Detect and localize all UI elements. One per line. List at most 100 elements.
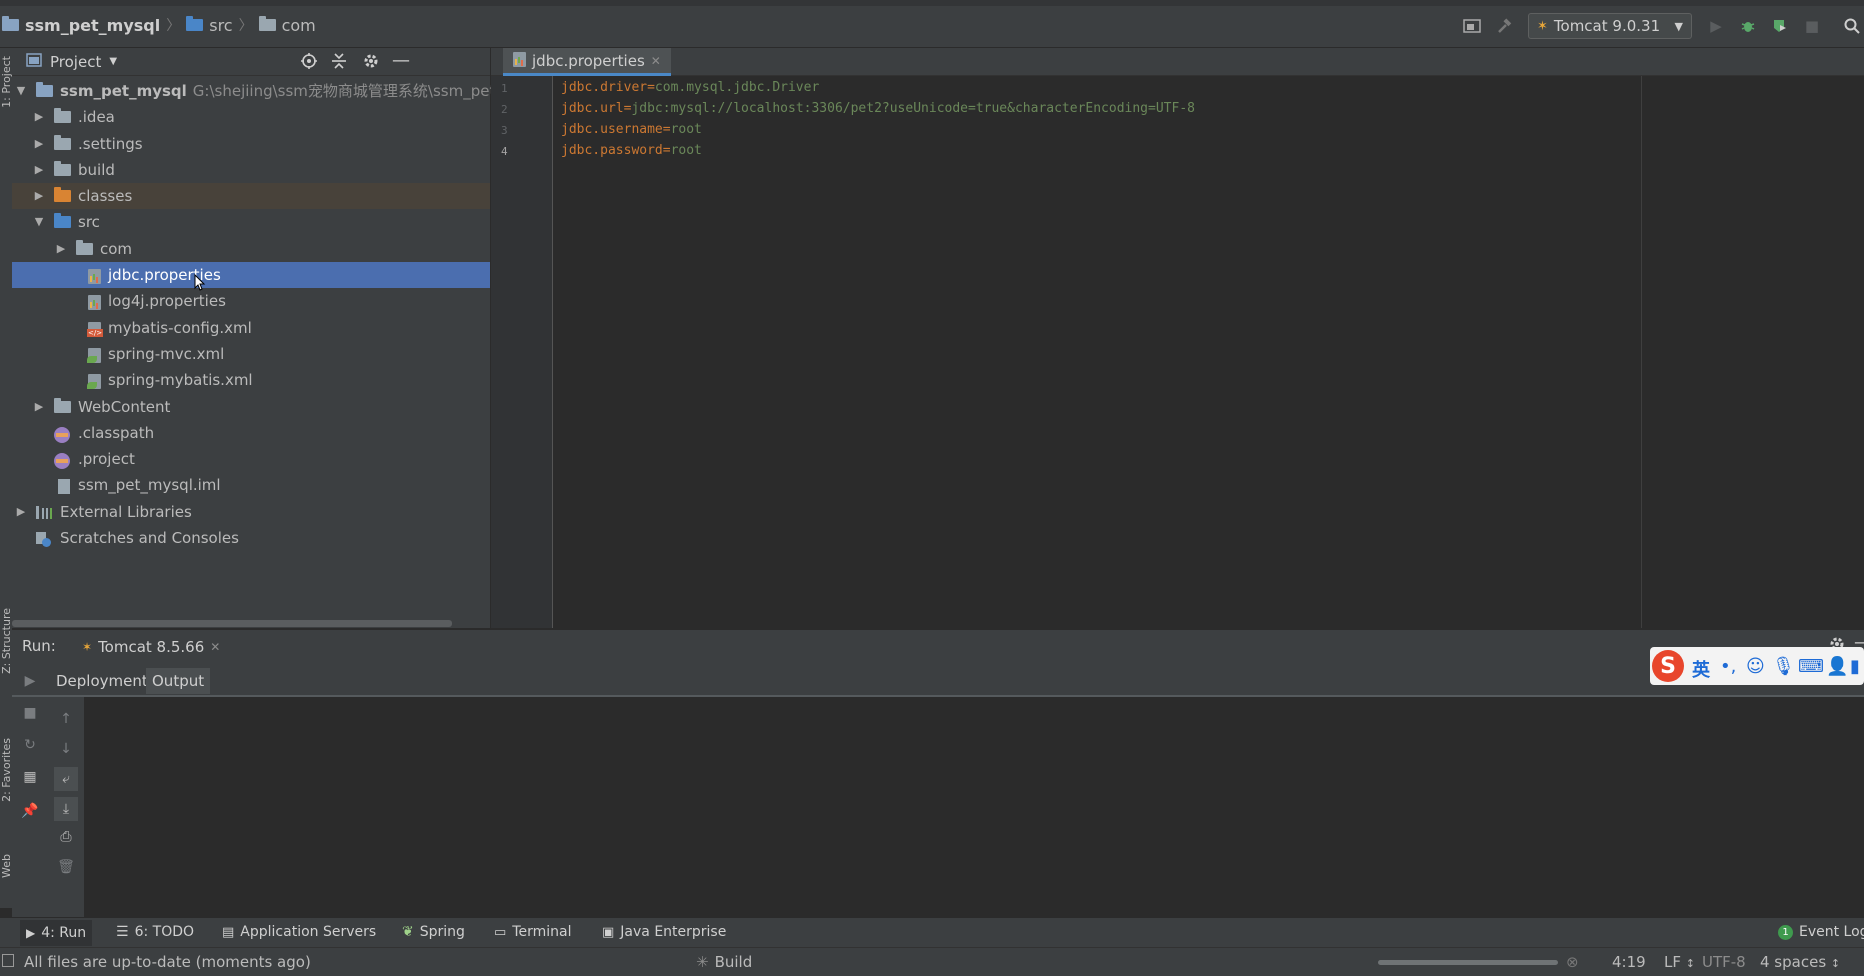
layout-icon[interactable] (1462, 16, 1482, 36)
tab-deployment[interactable]: Deployment (50, 668, 154, 694)
web-folder-icon (54, 397, 71, 413)
horizontal-scrollbar[interactable] (12, 620, 452, 627)
ime-language-toggle[interactable]: 英 (1692, 656, 1710, 682)
tree-item-spring-mybatis[interactable]: spring-mybatis.xml (12, 367, 490, 393)
cancel-progress-icon[interactable]: ⊗ (1566, 953, 1579, 971)
chevron-right-icon[interactable]: ▶ (32, 394, 46, 420)
run-with-coverage-icon[interactable] (1770, 16, 1790, 36)
list-icon: ☰ (116, 924, 129, 940)
tree-item-log4j-properties[interactable]: log4j.properties (12, 288, 490, 314)
run-configuration-select[interactable]: ✶ Tomcat 9.0.31 ▼ (1528, 13, 1692, 39)
ime-more-icon[interactable]: ▮ (1850, 656, 1860, 677)
indent-setting[interactable]: 4 spaces ↕ (1760, 953, 1840, 971)
tree-item-external-libraries[interactable]: ▶ External Libraries (12, 499, 490, 525)
tree-item-classpath[interactable]: .classpath (12, 420, 490, 446)
code-editor[interactable]: 1 2 3 4 jdbc.driver=com.mysql.jdbc.Drive… (491, 76, 1864, 628)
arrow-up-icon[interactable]: ↑ (56, 709, 76, 729)
project-tree: ▼ ssm_pet_mysql G:\shejiing\ssm宠物商城管理系统\s… (12, 78, 509, 551)
tool-tab-todo[interactable]: ☰ 6: TODO (116, 924, 194, 940)
debug-bug-icon[interactable] (1738, 16, 1758, 36)
chevron-down-icon[interactable]: ▼ (14, 78, 28, 104)
run-icon[interactable]: ▶ (1706, 16, 1726, 36)
tree-item-webcontent[interactable]: ▶ WebContent (12, 394, 490, 420)
editor-tab-jdbc-properties[interactable]: jdbc.properties ✕ (503, 48, 671, 76)
tool-tab-spring[interactable]: ❦ Spring (402, 924, 465, 940)
tool-tab-event-log[interactable]: 1 Event Log (1778, 924, 1864, 940)
run-configuration-label: Tomcat 9.0.31 (1553, 17, 1661, 35)
project-view-select[interactable]: Project ▼ (26, 53, 117, 71)
tool-tab-application-servers[interactable]: ▤ Application Servers (222, 924, 376, 940)
chevron-right-icon[interactable]: ▶ (32, 104, 46, 130)
run-config-tab[interactable]: ✶ Tomcat 8.5.66 ✕ (82, 634, 220, 660)
tree-item-idea[interactable]: ▶ .idea (12, 104, 490, 130)
chevron-down-icon[interactable]: ▼ (32, 209, 46, 235)
tree-item-root[interactable]: ▼ ssm_pet_mysql G:\shejiing\ssm宠物商城管理系统\s… (12, 78, 509, 104)
locate-file-icon[interactable] (300, 52, 318, 74)
tool-windows-toggle-icon[interactable] (2, 954, 14, 967)
tree-item-build[interactable]: ▶ build (12, 157, 490, 183)
search-icon[interactable] (1842, 16, 1862, 36)
status-bar: All files are up-to-date (moments ago) ✳… (0, 947, 1864, 976)
tree-item-label: .settings (78, 134, 143, 153)
tree-item-scratches[interactable]: Scratches and Consoles (12, 525, 490, 551)
keyboard-icon[interactable]: ⌨ (1798, 656, 1824, 677)
tree-item-settings[interactable]: ▶ .settings (12, 131, 490, 157)
gear-icon[interactable] (362, 52, 380, 74)
caret-position[interactable]: 4:19 (1612, 953, 1646, 971)
print-icon[interactable]: ⎙ (56, 827, 76, 847)
property-key: jdbc.username (561, 122, 663, 137)
breadcrumb: ssm_pet_mysql 〉 src 〉 com (2, 14, 316, 36)
layout-icon[interactable]: ▦ (20, 767, 40, 787)
stop-icon[interactable]: ■ (1802, 16, 1822, 36)
tool-tab-run[interactable]: ▶ 4: Run (20, 920, 93, 946)
ime-punctuation-toggle[interactable]: •, (1720, 656, 1736, 677)
tree-item-spring-mvc[interactable]: spring-mvc.xml (12, 341, 490, 367)
tree-item-jdbc-properties[interactable]: jdbc.properties (12, 262, 490, 291)
sogou-logo-icon[interactable]: S (1652, 650, 1684, 682)
tree-item-iml[interactable]: ssm_pet_mysql.iml (12, 472, 490, 498)
breadcrumb-src[interactable]: src (209, 16, 232, 35)
chevron-right-icon[interactable]: ▶ (14, 499, 28, 525)
line-number-gutter: 1 2 3 4 (491, 76, 553, 628)
rerun-icon[interactable]: ▶ (20, 671, 40, 691)
collapse-all-icon[interactable] (330, 52, 348, 74)
trash-icon[interactable]: 🗑 (56, 857, 76, 877)
line-separator[interactable]: LF ↕ (1664, 953, 1695, 971)
close-icon[interactable]: ✕ (651, 54, 661, 68)
microphone-icon[interactable]: 🎙 (1772, 656, 1795, 677)
tree-item-src[interactable]: ▼ src (12, 209, 490, 235)
scroll-to-end-icon[interactable]: ⤓ (54, 797, 78, 821)
property-separator: = (662, 122, 671, 137)
minimize-icon[interactable]: — (392, 50, 410, 71)
spinner-icon: ✳ (696, 953, 709, 971)
tree-item-project[interactable]: .project (12, 446, 490, 472)
pin-icon[interactable]: 📌 (20, 801, 40, 821)
tool-tab-terminal[interactable]: ▭ Terminal (494, 924, 571, 940)
build-hammer-icon[interactable] (1494, 16, 1514, 36)
chevron-right-icon[interactable]: ▶ (32, 157, 46, 183)
arrow-down-icon[interactable]: ↓ (56, 739, 76, 759)
tab-output[interactable]: Output (146, 668, 211, 694)
breadcrumb-com[interactable]: com (282, 16, 316, 35)
user-icon[interactable]: 👤 (1826, 656, 1848, 677)
tool-tab-java-enterprise[interactable]: ▣ Java Enterprise (602, 924, 726, 940)
tree-item-classes[interactable]: ▶ classes (12, 183, 490, 210)
console-output[interactable] (84, 697, 1864, 917)
chevron-right-icon[interactable]: ▶ (54, 236, 68, 262)
tree-item-label: .project (78, 450, 135, 469)
breadcrumb-project[interactable]: ssm_pet_mysql (25, 16, 160, 35)
emoji-icon[interactable]: ☺ (1746, 656, 1765, 677)
close-icon[interactable]: ✕ (210, 640, 220, 654)
tool-tab-label: Spring (419, 924, 465, 940)
file-encoding[interactable]: UTF-8 (1702, 953, 1746, 971)
restart-icon[interactable]: ↻ (20, 735, 40, 755)
tree-item-com[interactable]: ▶ com (12, 236, 490, 262)
chevron-right-icon[interactable]: ▶ (32, 183, 46, 209)
chevron-right-icon[interactable]: ▶ (32, 131, 46, 157)
spring-xml-file-icon (87, 374, 101, 390)
property-key: jdbc.password (561, 143, 663, 158)
tree-item-mybatis-config[interactable]: mybatis-config.xml (12, 315, 490, 341)
stop-icon[interactable]: ■ (20, 703, 40, 723)
soft-wrap-icon[interactable]: ⤶ (54, 767, 78, 791)
build-status[interactable]: ✳ Build (696, 953, 752, 971)
